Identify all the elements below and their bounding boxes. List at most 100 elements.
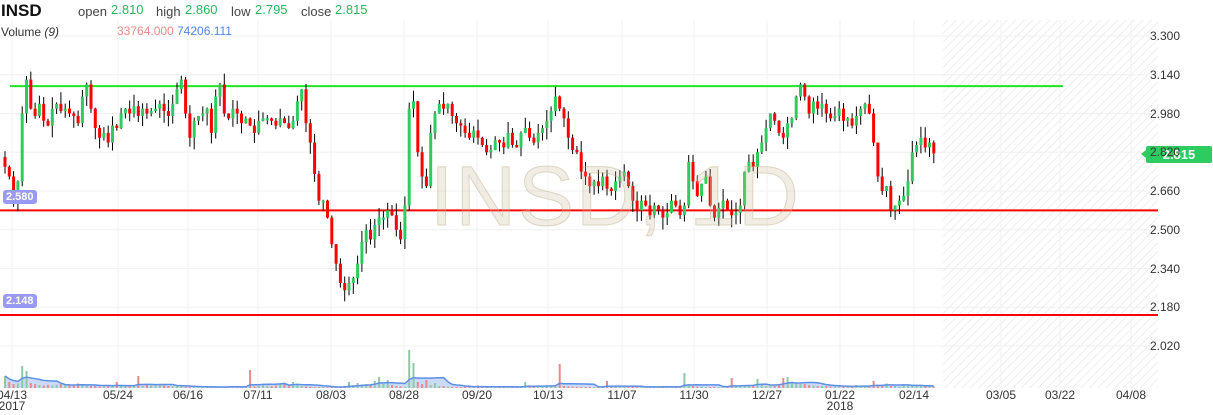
candle-down <box>145 108 149 114</box>
volume-bar <box>158 385 161 388</box>
candle-down <box>93 108 97 129</box>
candle-up <box>175 89 179 104</box>
candle-up <box>846 118 850 121</box>
volume-bar <box>300 386 303 388</box>
candle-up <box>360 241 364 264</box>
candle-up <box>549 111 553 121</box>
candle-up <box>141 108 145 116</box>
candle-down <box>566 118 570 138</box>
symbol-title: INSD <box>1 1 42 20</box>
candle-up <box>85 84 89 97</box>
candle-down <box>824 103 828 114</box>
y-tick-label: 2.980 <box>1150 106 1181 121</box>
x-tick-date: 12/27 <box>751 388 783 402</box>
level-badge-2148[interactable]: 2.148 <box>3 294 37 308</box>
candle-up <box>373 224 377 240</box>
candle-down <box>188 113 192 138</box>
x-tick-label: 11/07 <box>607 388 637 402</box>
volume-bar <box>305 386 307 388</box>
candle-up <box>20 113 24 182</box>
volume-bar <box>133 386 135 388</box>
candle-up <box>119 113 123 129</box>
candle-down <box>777 120 781 133</box>
candle-down <box>313 142 317 175</box>
close-label: close <box>301 4 332 19</box>
candle-down <box>463 125 467 133</box>
volume-bar <box>386 380 389 388</box>
candle-up <box>37 103 41 116</box>
candle-up <box>295 101 299 121</box>
volume-bar <box>446 386 449 388</box>
high-value: 2.860 <box>185 2 218 17</box>
x-tick-date: 04/08 <box>1115 388 1147 402</box>
x-tick-date: 02/14 <box>898 388 930 402</box>
volume-bar <box>580 387 583 388</box>
x-tick-label: 02/14 <box>898 388 930 402</box>
candle-down <box>450 103 454 116</box>
x-tick-date: 08/28 <box>388 388 420 402</box>
volume-period: (9) <box>44 25 60 39</box>
candle-down <box>33 108 37 116</box>
volume-bar <box>47 385 49 388</box>
y-tick-label: 3.140 <box>1150 67 1181 82</box>
candle-up <box>111 125 114 143</box>
candle-up <box>244 118 248 124</box>
x-tick-label: 01/22 2018 <box>825 389 855 412</box>
candle-down <box>399 229 403 240</box>
volume-bar <box>434 383 436 388</box>
candle-down <box>369 229 372 240</box>
candle-up <box>820 103 824 109</box>
y-tick-label: 2.820 <box>1150 145 1181 160</box>
candle-up <box>278 118 282 126</box>
candle-up <box>265 118 269 121</box>
candle-down <box>872 113 876 143</box>
y-tick-label: 2.660 <box>1150 184 1181 198</box>
candle-up <box>351 278 355 284</box>
candle-down <box>442 103 446 109</box>
volume-bar <box>438 386 441 388</box>
open-value: 2.810 <box>111 2 144 17</box>
candle-down <box>235 108 239 114</box>
x-tick-date: 11/07 <box>607 388 637 402</box>
volume-bar <box>821 386 823 388</box>
candle-up <box>811 101 815 114</box>
volume-bar <box>717 387 720 388</box>
candle-up <box>321 200 325 203</box>
level-badge-2580[interactable]: 2.580 <box>3 190 37 204</box>
candle-up <box>910 152 914 182</box>
candle-down <box>317 174 321 201</box>
candle-up <box>472 130 476 138</box>
x-tick-date: 11/30 <box>679 388 709 402</box>
candle-down <box>42 103 46 121</box>
volume-bar <box>408 350 411 388</box>
candle-down <box>476 130 480 138</box>
volume-bar <box>425 380 428 388</box>
x-tick-label: 05/24 <box>103 389 133 401</box>
volume-bar <box>51 385 54 388</box>
candle-down <box>252 125 256 133</box>
candle-down <box>46 120 50 126</box>
candle-down <box>248 118 252 126</box>
candle-up <box>764 128 768 143</box>
candle-down <box>829 113 833 119</box>
candle-up <box>257 120 261 133</box>
x-tick-date: 10/13 <box>532 388 564 402</box>
candle-down <box>773 113 777 121</box>
x-tick-label: 07/11 <box>243 389 272 401</box>
candle-up <box>412 101 415 109</box>
volume-bar <box>442 386 445 388</box>
candle-up <box>102 132 106 138</box>
candle-up <box>833 115 837 119</box>
volume-bar <box>98 386 101 388</box>
volume-bar <box>782 378 785 388</box>
volume-bar <box>575 387 578 388</box>
volume-bar <box>34 384 37 388</box>
volume-bar <box>567 386 570 388</box>
volume-bar <box>309 386 312 388</box>
candle-down <box>876 142 880 177</box>
candle-up <box>794 96 798 119</box>
volume-bar <box>429 385 432 388</box>
candle-up <box>63 108 67 112</box>
candle-up <box>919 137 923 145</box>
candle-up <box>386 210 390 218</box>
